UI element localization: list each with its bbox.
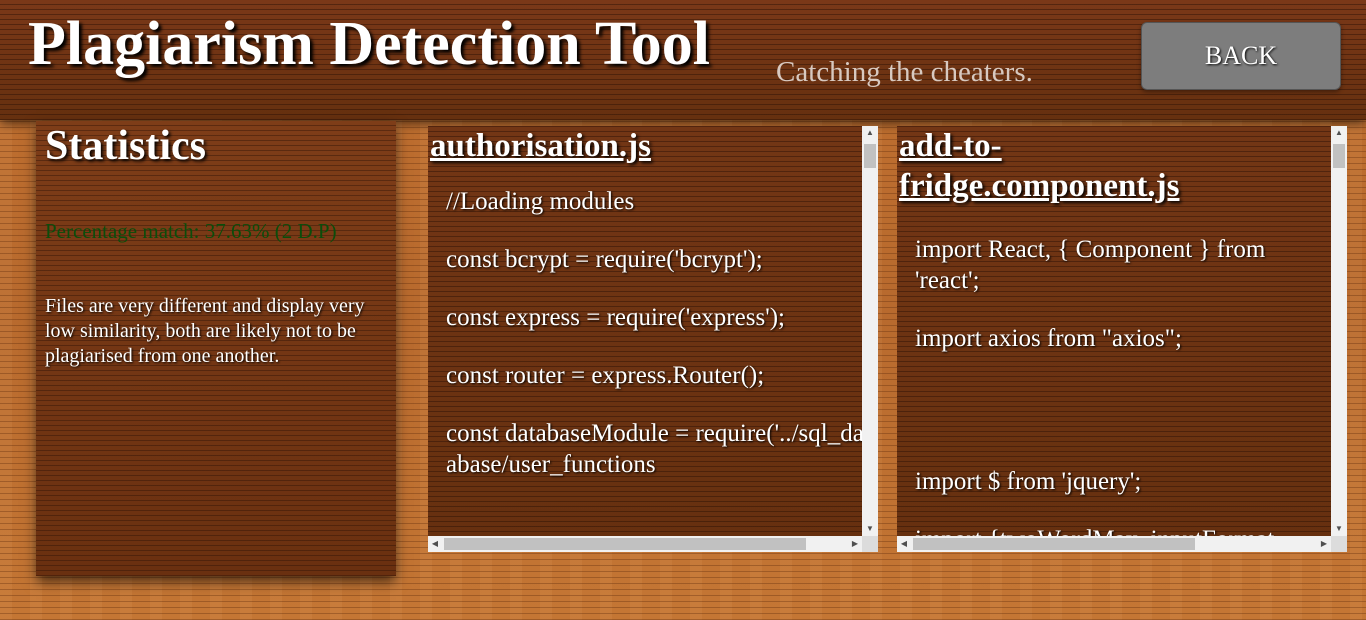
code-line: //Loading modules [446, 188, 635, 215]
percentage-match-text: Percentage match: 37.63% (2 D.P) [45, 219, 337, 243]
scrollbar-thumb[interactable] [913, 538, 1195, 550]
scroll-down-arrow-icon[interactable]: ▼ [862, 522, 878, 536]
scroll-down-arrow-icon[interactable]: ▼ [1331, 522, 1347, 536]
code-line: const databaseModule = require('../sql_d… [446, 420, 862, 478]
code-line: const router = express.Router(); [446, 362, 765, 389]
statistics-panel: Statistics Percentage match: 37.63% (2 D… [36, 121, 396, 576]
page-title: Plagiarism Detection Tool [28, 10, 710, 78]
scroll-up-arrow-icon[interactable]: ▲ [862, 126, 878, 140]
file2-vertical-scrollbar[interactable]: ▲ ▼ [1331, 126, 1347, 536]
scroll-right-arrow-icon[interactable]: ▶ [1317, 536, 1331, 552]
verdict-text: Files are very different and display ver… [45, 295, 365, 367]
file2-code-lines: import React, { Component } from 'react'… [897, 234, 1331, 536]
scrollbar-thumb[interactable] [444, 538, 806, 550]
file2-horizontal-scrollbar[interactable]: ◀ ▶ [897, 536, 1331, 552]
file2-title: add-to-fridge.component.js [899, 128, 1180, 204]
scrollbar-thumb[interactable] [1333, 144, 1345, 168]
file1-code-lines: //Loading modules const bcrypt = require… [428, 186, 862, 480]
file1-horizontal-scrollbar[interactable]: ◀ ▶ [428, 536, 862, 552]
file2-code-pane[interactable]: add-to-fridge.component.js import React,… [897, 126, 1347, 552]
code-line: import {twoWordMax, inputFormat, dateChe… [915, 524, 1331, 536]
scroll-right-arrow-icon[interactable]: ▶ [848, 536, 862, 552]
code-line: import axios from "axios"; [915, 325, 1182, 352]
statistics-heading: Statistics [45, 123, 206, 169]
page-subtitle: Catching the cheaters. [776, 56, 1033, 88]
back-button[interactable]: BACK [1141, 22, 1341, 90]
header-bar: Plagiarism Detection Tool Catching the c… [0, 0, 1366, 120]
scroll-left-arrow-icon[interactable]: ◀ [897, 536, 911, 552]
code-line: const express = require('express'); [446, 304, 785, 331]
scroll-up-arrow-icon[interactable]: ▲ [1331, 126, 1347, 140]
code-line: import React, { Component } from 'react'… [915, 236, 1272, 294]
scrollbar-thumb[interactable] [864, 144, 876, 168]
file1-vertical-scrollbar[interactable]: ▲ ▼ [862, 126, 878, 536]
scrollbar-corner [862, 536, 878, 552]
file1-title: authorisation.js [430, 128, 651, 164]
code-line: const bcrypt = require('bcrypt'); [446, 246, 763, 273]
file1-code-pane[interactable]: authorisation.js //Loading modules const… [428, 126, 878, 552]
scroll-left-arrow-icon[interactable]: ◀ [428, 536, 442, 552]
scrollbar-corner [1331, 536, 1347, 552]
code-line: import $ from 'jquery'; [915, 468, 1142, 495]
